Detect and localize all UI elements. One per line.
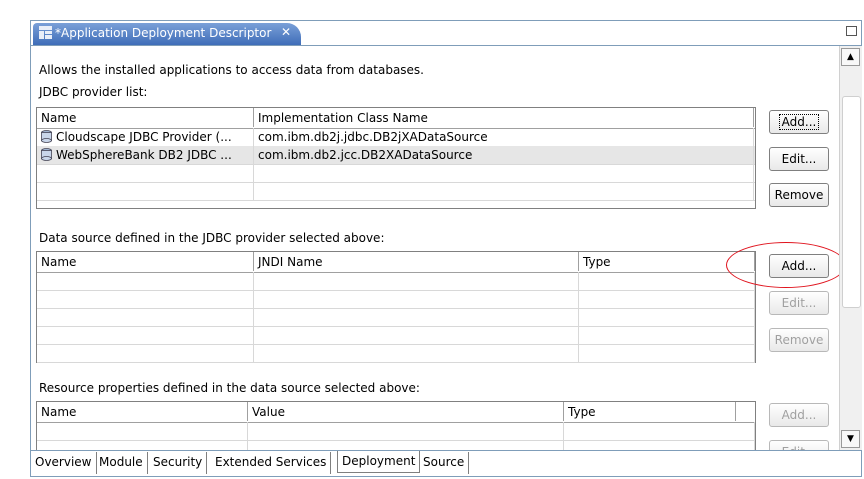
provider-name-cell: Cloudscape JDBC Provider (... [37,128,254,146]
empty-cell [37,440,248,450]
empty-cell [248,422,564,440]
table-row[interactable] [37,422,755,441]
editor-content: Allows the installed applications to acc… [31,46,837,450]
deployment-descriptor-icon [39,26,52,39]
table-row[interactable] [37,272,755,291]
column-header-name[interactable]: Name [37,402,248,421]
jdbc-edit-button[interactable]: Edit... [769,147,829,171]
empty-cell [248,440,564,450]
resource-properties-label: Resource properties defined in the data … [39,381,420,395]
empty-cell [37,272,254,290]
editor-page-tabs: Overview Module Security Extended Servic… [31,450,861,476]
datasource-table: Name JNDI Name Type [36,251,756,363]
editor-tab-title: *Application Deployment Descriptor [55,26,272,40]
table-header: Name JNDI Name Type [37,252,755,273]
column-header-implementation-class[interactable]: Implementation Class Name [254,108,754,127]
empty-cell [37,164,254,182]
empty-cell [37,344,254,362]
jdbc-add-button[interactable]: Add... [769,110,829,134]
empty-cell [564,422,755,440]
editor-tabbar: *Application Deployment Descriptor ✕ [31,21,861,46]
editor-frame: *Application Deployment Descriptor ✕ All… [30,20,862,477]
database-icon [41,130,52,143]
scroll-down-icon[interactable]: ▼ [841,430,860,448]
resource-edit-button[interactable]: Edit... [769,440,829,450]
empty-cell [564,440,755,450]
highlight-ellipse [726,242,846,288]
jdbc-remove-button[interactable]: Remove [769,183,829,207]
provider-class: com.ibm.db2.jcc.DB2XADataSource [254,146,754,164]
empty-cell [254,290,579,308]
empty-cell [37,290,254,308]
column-header-name[interactable]: Name [37,252,254,271]
provider-name: WebSphereBank DB2 JDBC ... [56,148,232,162]
empty-cell [254,344,579,362]
empty-cell [579,272,755,290]
column-header-type[interactable]: Type [564,402,736,421]
empty-cell [37,326,254,344]
empty-cell [579,344,755,362]
empty-cell [579,326,755,344]
tab-security[interactable]: Security [149,452,208,474]
column-header-jndi-name[interactable]: JNDI Name [254,252,579,271]
table-header: Name Implementation Class Name [37,108,755,129]
tab-extended-services[interactable]: Extended Services [211,452,332,474]
empty-cell [579,290,755,308]
scroll-up-icon[interactable]: ▲ [841,48,860,66]
empty-cell [37,422,248,440]
jdbc-provider-label: JDBC provider list: [39,85,148,99]
editor-tab[interactable]: *Application Deployment Descriptor ✕ [33,23,301,45]
column-header-value[interactable]: Value [248,402,564,421]
maximize-icon[interactable] [846,26,857,36]
provider-class: com.ibm.db2j.jdbc.DB2jXADataSource [254,128,754,146]
empty-cell [254,182,754,200]
resource-add-button[interactable]: Add... [769,403,829,427]
database-icon [41,148,52,161]
empty-cell [37,182,254,200]
tab-module[interactable]: Module [95,452,148,474]
table-row[interactable]: WebSphereBank DB2 JDBC ... com.ibm.db2.j… [37,146,755,165]
empty-cell [254,272,579,290]
table-row[interactable]: Cloudscape JDBC Provider (... com.ibm.db… [37,128,755,147]
column-header-name[interactable]: Name [37,108,254,127]
datasource-remove-button[interactable]: Remove [769,328,829,352]
scrollbar-thumb[interactable] [842,96,861,308]
table-row[interactable] [37,290,755,309]
vertical-scrollbar[interactable]: ▲ ▼ [839,46,862,450]
tab-source[interactable]: Source [419,452,470,474]
table-row[interactable] [37,344,755,363]
jdbc-add-label: Add... [778,114,820,130]
close-icon[interactable]: ✕ [281,25,291,39]
page-description: Allows the installed applications to acc… [39,63,424,77]
table-row[interactable] [37,308,755,327]
provider-name: Cloudscape JDBC Provider (... [56,130,232,144]
datasource-edit-button[interactable]: Edit... [769,291,829,315]
empty-cell [254,308,579,326]
tab-deployment[interactable]: Deployment [337,451,421,473]
empty-cell [254,326,579,344]
empty-cell [579,308,755,326]
empty-cell [254,164,754,182]
table-row[interactable] [37,164,755,183]
table-row[interactable] [37,440,755,450]
resource-properties-table: Name Value Type [36,401,756,450]
table-row[interactable] [37,326,755,345]
jdbc-provider-table: Name Implementation Class Name Cloudscap… [36,107,756,209]
provider-name-cell: WebSphereBank DB2 JDBC ... [37,146,254,164]
table-row[interactable] [37,182,755,201]
datasource-label: Data source defined in the JDBC provider… [39,231,385,245]
empty-cell [37,308,254,326]
table-header: Name Value Type [37,402,755,423]
tab-overview[interactable]: Overview [31,452,97,474]
